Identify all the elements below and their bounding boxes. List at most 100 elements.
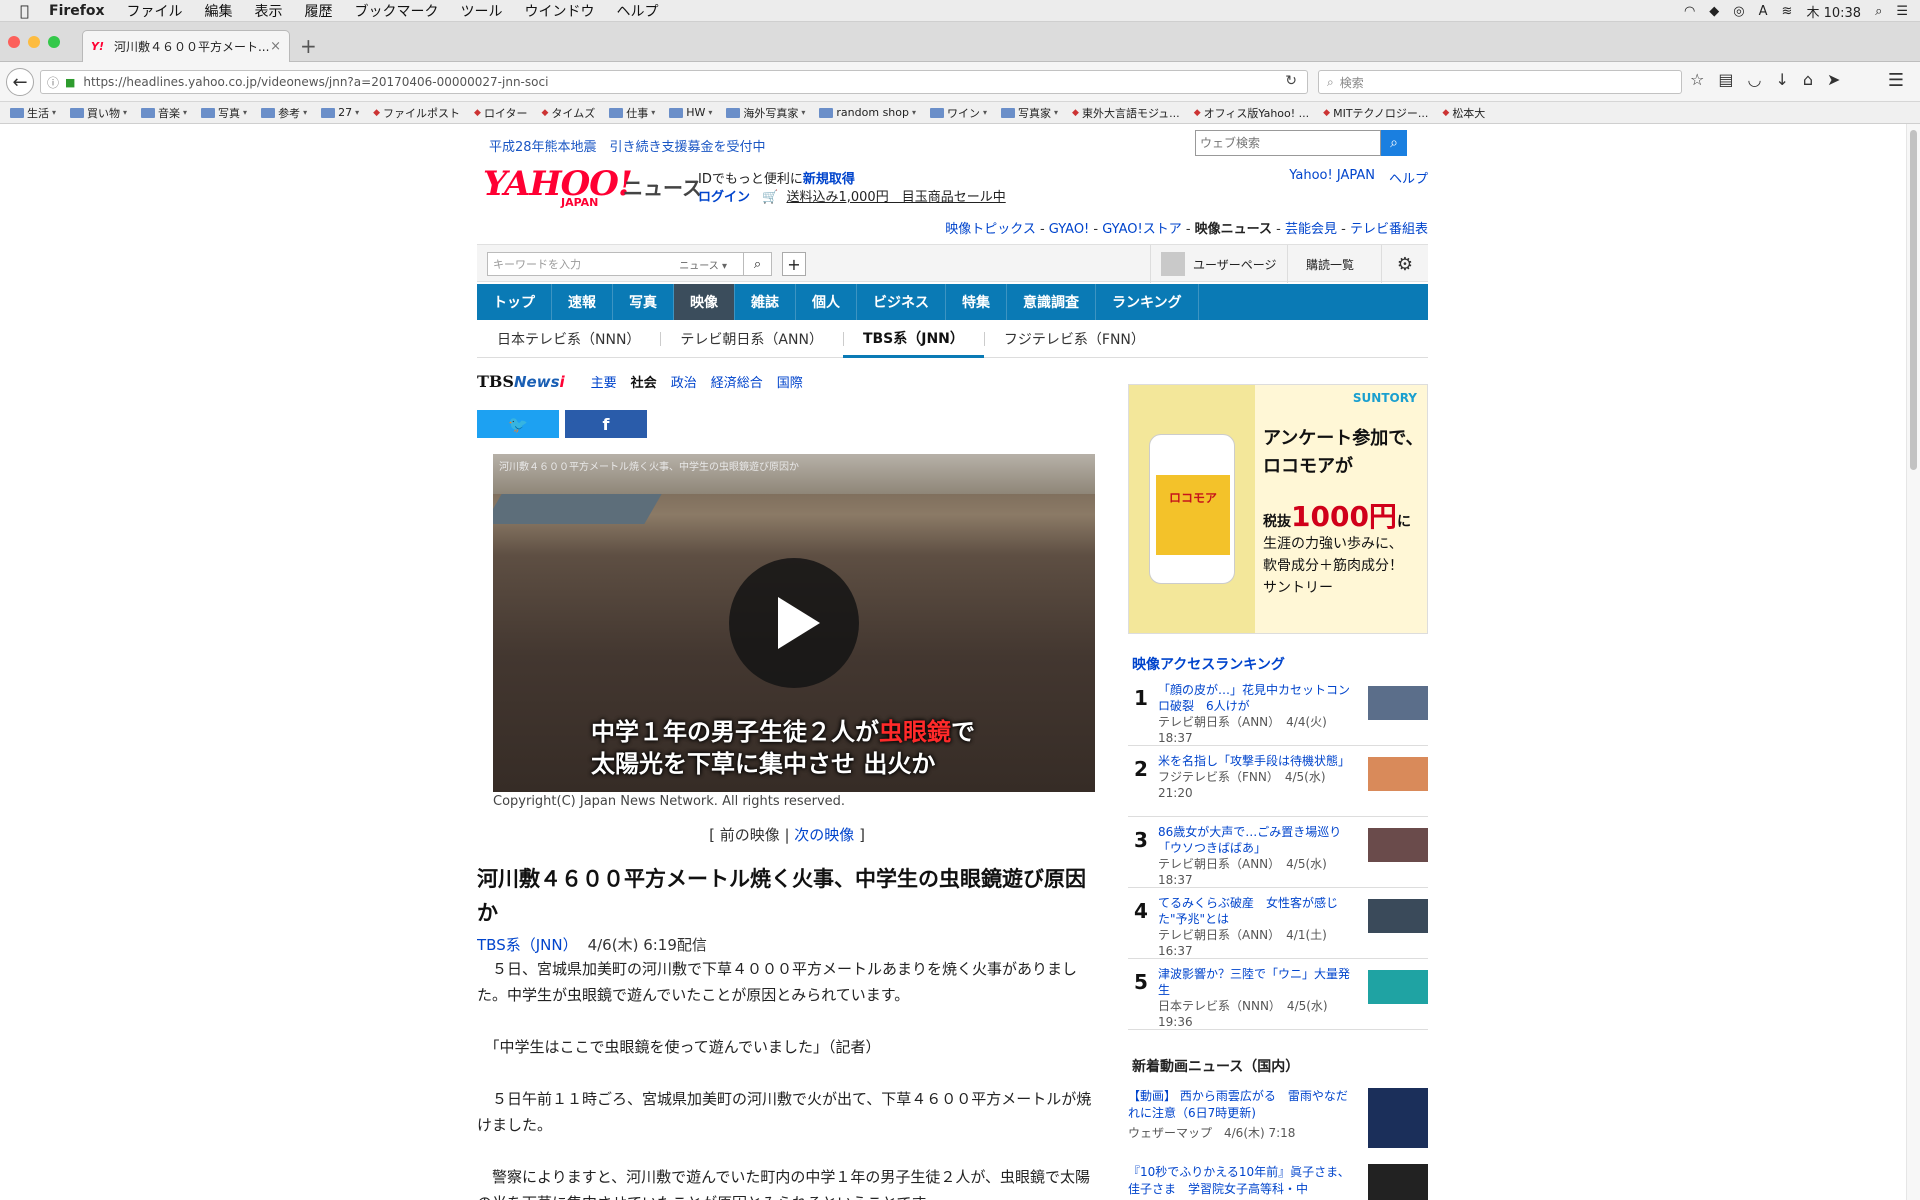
home-icon[interactable]: ⌂: [1803, 70, 1813, 89]
news-logo-text[interactable]: ニュース: [623, 172, 702, 201]
bookmark-folder[interactable]: HW ▾: [669, 106, 712, 119]
ranking-item[interactable]: 2 米を名指し「攻撃手段は待機状態」 フジテレビ系（FNN） 4/5(水) 21:…: [1128, 747, 1428, 817]
category-society[interactable]: 社会: [631, 372, 657, 391]
bookmark-folder[interactable]: 買い物 ▾: [70, 105, 127, 121]
ranking-item[interactable]: 3 86歳女が大声で…ごみ置き場巡り「ウソつきばばあ」 テレビ朝日系（ANN） 4…: [1128, 818, 1428, 888]
sublink-video-topics[interactable]: 映像トピックス: [945, 222, 1036, 237]
ranking-thumbnail[interactable]: [1368, 970, 1428, 1004]
help-link[interactable]: ヘルプ: [1389, 168, 1428, 187]
send-icon[interactable]: ➤: [1827, 70, 1840, 89]
back-button[interactable]: ←: [6, 68, 34, 96]
bookmark-item[interactable]: ◆ ファイルポスト: [373, 105, 460, 121]
play-button-icon[interactable]: [729, 558, 859, 688]
site-info-icon[interactable]: ⓘ: [47, 74, 59, 91]
source-link[interactable]: TBS系（JNN）: [477, 936, 578, 954]
menu-edit[interactable]: 編集: [205, 1, 233, 21]
notification-center-icon[interactable]: ☰: [1896, 4, 1908, 19]
tab-fnn[interactable]: フジテレビ系（FNN）: [983, 320, 1165, 358]
dropbox-icon[interactable]: ◆: [1709, 4, 1719, 19]
bookmark-item[interactable]: ◆ 東外大言語モジュ...: [1072, 105, 1180, 121]
browser-search-input[interactable]: ⌕ 検索: [1318, 70, 1682, 94]
bookmark-item[interactable]: ◆ タイムズ: [542, 105, 596, 121]
app-menu[interactable]: Firefox: [49, 3, 105, 19]
menu-view[interactable]: 表示: [255, 1, 283, 21]
spotlight-icon[interactable]: ⌕: [1875, 4, 1882, 19]
new-video-title[interactable]: 【動画】 西から雨雲広がる 雷雨やなだれに注意（6日7時更新): [1128, 1088, 1350, 1122]
bookmark-item[interactable]: ◆ MITテクノロジー...: [1323, 105, 1428, 121]
category-international[interactable]: 国際: [777, 372, 803, 391]
clock[interactable]: 木 10:38: [1806, 2, 1861, 21]
keyword-search-button[interactable]: ⌕: [743, 253, 771, 275]
url-bar[interactable]: ⓘ ■ https://headlines.yahoo.co.jp/videon…: [40, 70, 1308, 94]
add-button[interactable]: +: [782, 252, 806, 276]
minimize-window-button[interactable]: [28, 36, 40, 48]
tab-ann[interactable]: テレビ朝日系（ANN）: [660, 320, 843, 358]
downloads-icon[interactable]: ↓: [1775, 70, 1788, 89]
sublink-gyao[interactable]: GYAO!: [1049, 222, 1089, 237]
sublink-press-conference[interactable]: 芸能会見: [1285, 222, 1337, 237]
nav-video[interactable]: 映像: [674, 284, 735, 320]
bookmark-item[interactable]: ◆ ロイター: [474, 105, 527, 121]
reading-list-icon[interactable]: ▤: [1718, 70, 1733, 89]
menu-bookmarks[interactable]: ブックマーク: [355, 1, 439, 21]
ranking-thumbnail[interactable]: [1368, 899, 1428, 933]
yahoo-japan-link[interactable]: Yahoo! JAPAN: [1289, 168, 1375, 187]
bookmark-folder[interactable]: 音楽 ▾: [141, 105, 187, 121]
new-video-thumbnail[interactable]: [1368, 1088, 1428, 1148]
nav-photo[interactable]: 写真: [613, 284, 674, 320]
tab-nnn[interactable]: 日本テレビ系（NNN）: [477, 320, 660, 358]
bookmark-folder[interactable]: 参考 ▾: [261, 105, 307, 121]
gear-icon[interactable]: ⚙: [1381, 245, 1428, 283]
bookmark-folder[interactable]: ワイン ▾: [930, 105, 987, 121]
next-video-link[interactable]: 次の映像: [794, 826, 854, 844]
new-video-item[interactable]: 『10秒でふりかえる10年前』眞子さま、佳子さま 学習院女子高等科・中: [1128, 1164, 1428, 1200]
menu-help[interactable]: ヘルプ: [617, 1, 659, 21]
user-page-link[interactable]: ユーザーページ: [1150, 245, 1287, 283]
sublink-gyao-store[interactable]: GYAO!ストア: [1102, 222, 1181, 237]
login-link[interactable]: ログイン: [698, 190, 750, 205]
reload-icon[interactable]: ↻: [1285, 73, 1297, 89]
prev-video-link[interactable]: 前の映像: [720, 826, 780, 844]
nav-individual[interactable]: 個人: [796, 284, 857, 320]
nav-ranking[interactable]: ランキング: [1096, 284, 1199, 320]
new-video-item[interactable]: 【動画】 西から雨雲広がる 雷雨やなだれに注意（6日7時更新) ウェザーマップ …: [1128, 1088, 1428, 1148]
ranking-item[interactable]: 5 津波影響か？三陸で「ウニ」大量発生 日本テレビ系（NNN） 4/5(水) 19…: [1128, 960, 1428, 1030]
menu-history[interactable]: 履歴: [305, 1, 333, 21]
menu-icon[interactable]: ☰: [1888, 70, 1904, 91]
zoom-window-button[interactable]: [48, 36, 60, 48]
wifi-icon[interactable]: ≋: [1782, 4, 1793, 19]
tbs-news-logo[interactable]: TBSNewsi: [477, 372, 565, 391]
pocket-icon[interactable]: ◡: [1747, 70, 1761, 89]
nav-survey[interactable]: 意識調査: [1007, 284, 1096, 320]
donation-banner-link[interactable]: 平成28年熊本地震 引き続き支援募金を受付中: [489, 136, 766, 155]
bookmark-folder[interactable]: 生活 ▾: [10, 105, 56, 121]
keyword-search-input[interactable]: キーワードを入力 ニュース ▾ ⌕: [487, 252, 772, 276]
nav-top[interactable]: トップ: [477, 284, 552, 320]
bookmark-star-icon[interactable]: ☆: [1690, 70, 1704, 89]
ranking-link[interactable]: 86歳女が大声で…ごみ置き場巡り「ウソつきばばあ」 テレビ朝日系（ANN） 4/5…: [1158, 824, 1358, 888]
menu-tools[interactable]: ツール: [461, 1, 503, 21]
category-main[interactable]: 主要: [591, 372, 617, 391]
apple-menu-icon[interactable]: : [20, 2, 29, 20]
close-window-button[interactable]: [8, 36, 20, 48]
bookmark-folder[interactable]: 仕事 ▾: [609, 105, 655, 121]
ranking-link[interactable]: 「顔の皮が…」花見中カセットコンロ破裂 6人けが テレビ朝日系（ANN） 4/4(…: [1158, 682, 1358, 746]
category-politics[interactable]: 政治: [671, 372, 697, 391]
url-text[interactable]: https://headlines.yahoo.co.jp/videonews/…: [83, 75, 548, 89]
nav-flash[interactable]: 速報: [552, 284, 613, 320]
shopping-promo-link[interactable]: 送料込み1,000円 目玉商品セール中: [786, 190, 1005, 205]
subscriptions-link[interactable]: 購読一覧: [1287, 245, 1372, 283]
ranking-link[interactable]: てるみくらぶ破産 女性客が感じた"予兆"とは テレビ朝日系（ANN） 4/1(土)…: [1158, 895, 1358, 959]
nav-business[interactable]: ビジネス: [857, 284, 946, 320]
tab-jnn[interactable]: TBS系（JNN）: [842, 320, 984, 358]
scrollbar-thumb[interactable]: [1910, 130, 1917, 470]
suntory-ad[interactable]: ロコモア SUNTORY アンケート参加で、 ロコモアが 税抜1000円に 生涯の…: [1128, 384, 1428, 634]
web-search-input[interactable]: [1195, 130, 1381, 156]
ranking-item[interactable]: 1 「顔の皮が…」花見中カセットコンロ破裂 6人けが テレビ朝日系（ANN） 4/…: [1128, 676, 1428, 746]
new-tab-button[interactable]: +: [300, 34, 317, 58]
ranking-heading[interactable]: 映像アクセスランキング: [1132, 654, 1285, 674]
search-scope-dropdown[interactable]: ニュース ▾: [679, 257, 727, 272]
sublink-tv-guide[interactable]: テレビ番組表: [1350, 222, 1428, 237]
yahoo-logo[interactable]: YAHOO!: [483, 164, 633, 204]
bookmark-folder[interactable]: 海外写真家 ▾: [726, 105, 805, 121]
